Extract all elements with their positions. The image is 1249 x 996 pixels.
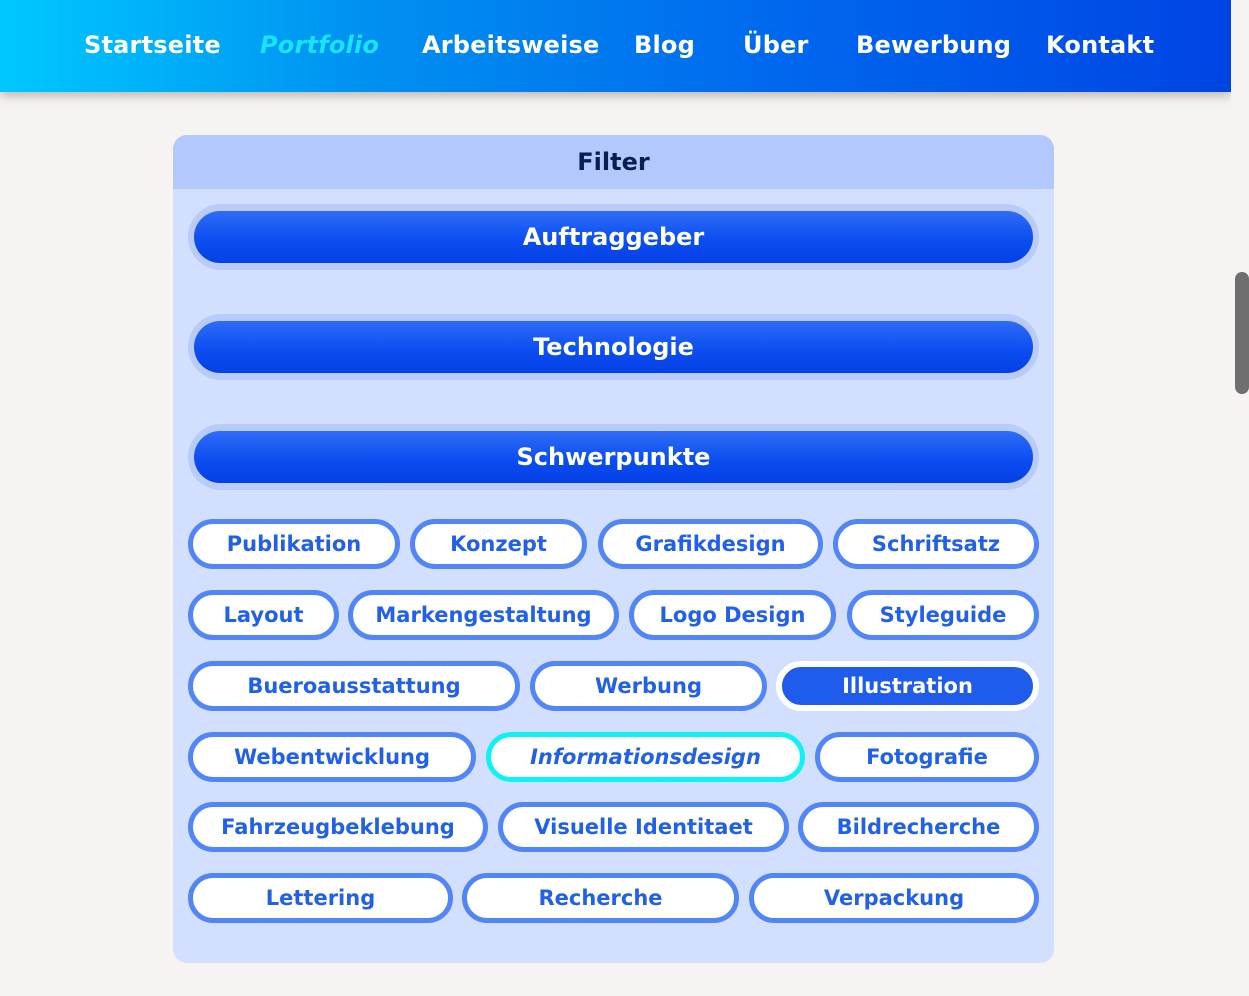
- nav-link-arbeitsweise[interactable]: Arbeitsweise: [422, 28, 600, 62]
- schwerpunkte-section: Schwerpunkte: [188, 424, 1039, 490]
- technologie-button[interactable]: Technologie: [194, 321, 1033, 373]
- tag-lettering[interactable]: Lettering: [188, 873, 453, 923]
- tag-grafikdesign[interactable]: Grafikdesign: [598, 519, 823, 569]
- tag-styleguide[interactable]: Styleguide: [847, 590, 1039, 640]
- tag-bildrecherche[interactable]: Bildrecherche: [798, 802, 1039, 852]
- tag-werbung[interactable]: Werbung: [530, 661, 767, 711]
- tag-layout[interactable]: Layout: [188, 590, 339, 640]
- tag-schriftsatz[interactable]: Schriftsatz: [833, 519, 1039, 569]
- tag-recherche[interactable]: Recherche: [462, 873, 739, 923]
- tag-fotografie[interactable]: Fotografie: [815, 732, 1039, 782]
- nav-link-bewerbung[interactable]: Bewerbung: [856, 28, 1011, 62]
- tag-publikation[interactable]: Publikation: [188, 519, 400, 569]
- nav-link-kontakt[interactable]: Kontakt: [1046, 28, 1154, 62]
- filter-panel: Filter Auftraggeber Technologie Schwerpu…: [173, 135, 1054, 963]
- technologie-section: Technologie: [188, 314, 1039, 380]
- tag-informationsdesign[interactable]: Informationsdesign: [486, 732, 805, 782]
- main-navigation: Startseite Portfolio Arbeitsweise Blog Ü…: [0, 0, 1231, 92]
- page-scrollbar-track[interactable]: [1231, 0, 1249, 996]
- tag-bueroausstattung[interactable]: Bueroausstattung: [188, 661, 520, 711]
- nav-link-startseite[interactable]: Startseite: [84, 28, 221, 62]
- tag-konzept[interactable]: Konzept: [410, 519, 587, 569]
- nav-link-portfolio[interactable]: Portfolio: [260, 28, 379, 62]
- tag-verpackung[interactable]: Verpackung: [749, 873, 1039, 923]
- tag-markengestaltung[interactable]: Markengestaltung: [348, 590, 619, 640]
- nav-link-ueber[interactable]: Über: [743, 28, 809, 62]
- tag-webentwicklung[interactable]: Webentwicklung: [188, 732, 476, 782]
- filter-title: Filter: [173, 135, 1054, 189]
- page-scrollbar-thumb[interactable]: [1235, 272, 1249, 394]
- tag-visuelle-identitaet[interactable]: Visuelle Identitaet: [498, 802, 789, 852]
- tag-fahrzeugbeklebung[interactable]: Fahrzeugbeklebung: [188, 802, 488, 852]
- tag-logo-design[interactable]: Logo Design: [629, 590, 836, 640]
- auftraggeber-section: Auftraggeber: [188, 204, 1039, 270]
- tag-illustration[interactable]: Illustration: [776, 661, 1039, 711]
- auftraggeber-button[interactable]: Auftraggeber: [194, 211, 1033, 263]
- nav-link-blog[interactable]: Blog: [634, 28, 695, 62]
- schwerpunkte-button[interactable]: Schwerpunkte: [194, 431, 1033, 483]
